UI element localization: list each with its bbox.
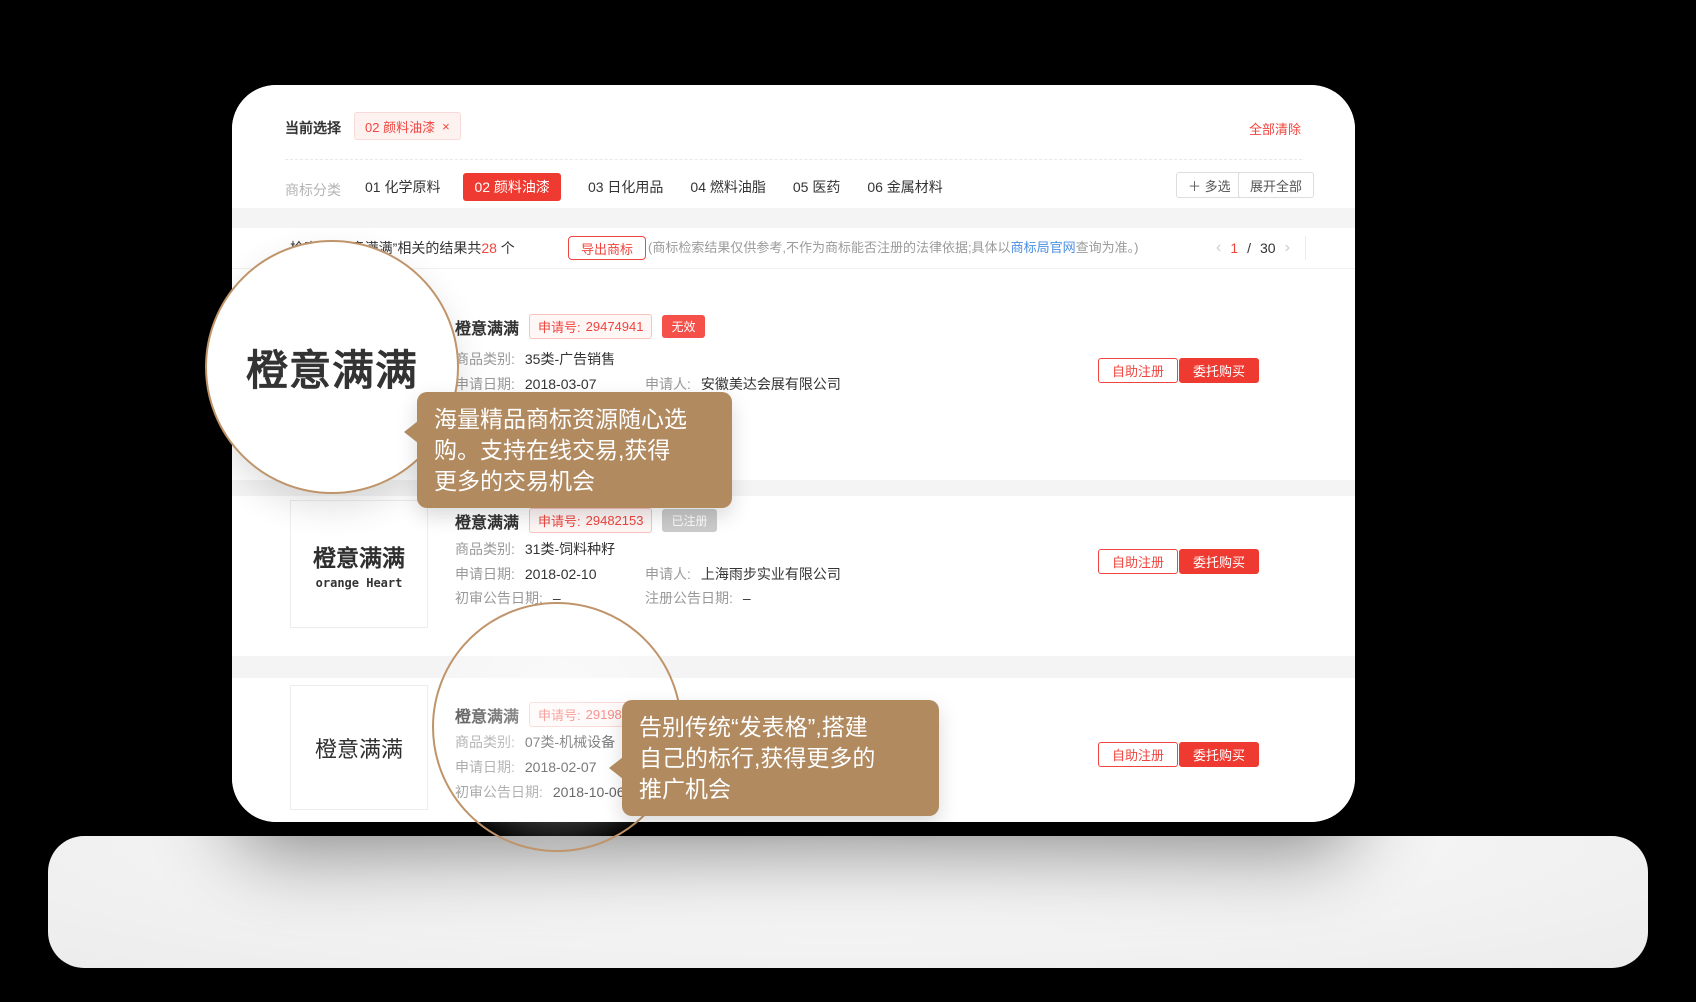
- disclaimer-suffix: 查询为准。): [1076, 240, 1139, 255]
- expand-all-button[interactable]: 展开全部: [1238, 172, 1314, 198]
- export-trademarks-button[interactable]: 导出商标: [568, 236, 646, 260]
- field-value: 2018-02-10: [525, 566, 597, 582]
- trademark-image: 橙意满满 orange Heart: [290, 500, 428, 628]
- self-register-button[interactable]: 自助注册: [1098, 549, 1178, 574]
- status-badge: 已注册: [662, 509, 716, 532]
- tooltip-line: 告别传统“发表格”,搭建: [639, 712, 922, 743]
- category-tab-02-selected[interactable]: 02 颜料油漆: [463, 173, 560, 201]
- chip-close-icon[interactable]: ×: [442, 119, 450, 134]
- page-separator: /: [1247, 240, 1251, 256]
- status-badge: 无效: [662, 315, 704, 338]
- tooltip-line: 购。支持在线交易,获得: [434, 435, 715, 466]
- selected-filter-chip[interactable]: 02 颜料油漆 ×: [354, 112, 461, 140]
- category-tab-06[interactable]: 06 金属材料: [867, 173, 942, 201]
- field-reg-notice: 注册公告日期:–: [645, 588, 751, 608]
- promo-tooltip-promotion: 告别传统“发表格”,搭建 自己的标行,获得更多的 推广机会: [622, 700, 939, 816]
- application-number-value: 29482153: [586, 513, 644, 528]
- page-total: 30: [1260, 240, 1276, 256]
- row-gap: [232, 656, 1355, 678]
- trademark-office-link[interactable]: 商标局官网: [1011, 240, 1076, 255]
- field-value: 35类-广告销售: [525, 351, 615, 367]
- tooltip-line: 推广机会: [639, 774, 922, 805]
- application-number-label: 申请号:: [538, 511, 581, 530]
- trademark-image-text: 橙意满满: [313, 539, 405, 573]
- field-applicant: 申请人: 上海雨步实业有限公司: [645, 564, 841, 584]
- trademark-name: 橙意满满: [455, 509, 519, 533]
- clear-all-button[interactable]: 全部清除: [1249, 119, 1301, 138]
- category-tab-03[interactable]: 03 日化用品: [588, 173, 663, 201]
- field-applicant: 申请人: 安徽美达会展有限公司: [645, 374, 841, 394]
- application-number-pill: 申请号: 29482153: [529, 508, 652, 533]
- tooltip-line: 海量精品商标资源随心选: [434, 404, 715, 435]
- page-next-icon[interactable]: ›: [1285, 239, 1290, 257]
- trademark-image-text: 橙意满满: [315, 732, 403, 764]
- field-label: 申请日期:: [455, 376, 515, 392]
- result-unit: 个: [497, 240, 515, 256]
- trademark-image-subtext: orange Heart: [316, 576, 403, 590]
- field-label: 申请日期:: [455, 566, 515, 582]
- divider: [285, 159, 1302, 160]
- tooltip-line: 更多的交易机会: [434, 466, 715, 497]
- category-tabs: 01 化学原料 02 颜料油漆 03 日化用品 04 燃料油脂 05 医药 06…: [365, 173, 970, 201]
- tooltip-line: 自己的标行,获得更多的: [639, 743, 922, 774]
- self-register-button[interactable]: 自助注册: [1098, 358, 1178, 383]
- field-label: 申请人:: [645, 566, 691, 582]
- pagination: ‹ 1 / 30 ›: [1216, 228, 1290, 268]
- row-title-line: 橙意满满 申请号: 29474941 无效: [455, 314, 705, 339]
- result-row: 橙意满满 orange Heart 橙意满满 申请号: 29482153 已注册…: [232, 496, 1355, 656]
- trademark-image: 橙意满满: [290, 685, 428, 810]
- field-dates: 申请日期:2018-02-10 申请人:上海雨步实业有限公司: [455, 564, 597, 584]
- category-tab-05[interactable]: 05 医药: [793, 173, 840, 201]
- result-count: 28: [481, 240, 497, 256]
- application-number-pill: 申请号: 29474941: [529, 314, 652, 339]
- page-current: 1: [1230, 240, 1238, 256]
- field-label: 初审公告日期:: [455, 590, 543, 606]
- category-label: 商标分类: [285, 180, 341, 200]
- application-number-label: 申请号:: [538, 317, 581, 336]
- promo-tooltip-trade: 海量精品商标资源随心选 购。支持在线交易,获得 更多的交易机会: [417, 392, 732, 508]
- trademark-name: 橙意满满: [455, 315, 519, 339]
- floor-backdrop: [48, 836, 1648, 968]
- entrust-purchase-button[interactable]: 委托购买: [1179, 742, 1259, 767]
- chip-label: 02 颜料油漆: [365, 117, 435, 136]
- current-selection-label: 当前选择: [285, 118, 341, 138]
- disclaimer-prefix: (商标检索结果仅供参考,不作为商标能否注册的法律依据;具体以: [648, 240, 1011, 255]
- multi-select-button[interactable]: ＋ 多选: [1176, 172, 1243, 198]
- field-value: 2018-03-07: [525, 376, 597, 392]
- entrust-purchase-button[interactable]: 委托购买: [1179, 358, 1259, 383]
- filter-section: 当前选择 02 颜料油漆 × 全部清除 商标分类 01 化学原料 02 颜料油漆…: [232, 85, 1355, 208]
- self-register-button[interactable]: 自助注册: [1098, 742, 1178, 767]
- category-tab-04[interactable]: 04 燃料油脂: [690, 173, 765, 201]
- magnified-trademark-text: 橙意满满: [246, 337, 418, 398]
- field-label: 商品类别:: [455, 351, 515, 367]
- field-label: 商品类别:: [455, 541, 515, 557]
- entrust-purchase-button[interactable]: 委托购买: [1179, 549, 1259, 574]
- field-dates: 申请日期:2018-03-07 申请人:安徽美达会展有限公司: [455, 374, 597, 394]
- row-gap: [232, 480, 1355, 496]
- field-value: –: [743, 590, 751, 606]
- field-value: 上海雨步实业有限公司: [701, 566, 841, 582]
- field-value: 安徽美达会展有限公司: [701, 376, 841, 392]
- disclaimer-text: (商标检索结果仅供参考,不作为商标能否注册的法律依据;具体以商标局官网查询为准。…: [648, 228, 1138, 268]
- divider: [1305, 236, 1306, 260]
- category-tab-01[interactable]: 01 化学原料: [365, 173, 440, 201]
- row-title-line: 橙意满满 申请号: 29482153 已注册: [455, 508, 717, 533]
- page-prev-icon[interactable]: ‹: [1216, 239, 1221, 257]
- field-label: 申请人:: [645, 376, 691, 392]
- field-category: 商品类别: 35类-广告销售: [455, 349, 615, 369]
- field-category: 商品类别: 31类-饲料种籽: [455, 539, 615, 559]
- field-value: 31类-饲料种籽: [525, 541, 615, 557]
- application-number-value: 29474941: [586, 319, 644, 334]
- field-label: 注册公告日期:: [645, 590, 733, 606]
